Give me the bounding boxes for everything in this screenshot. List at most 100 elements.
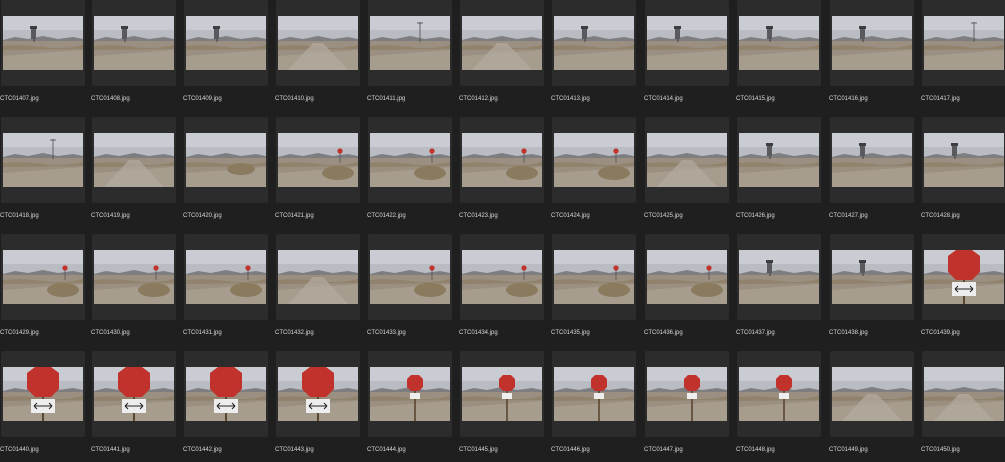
photo-thumbnail[interactable] [186, 133, 266, 187]
photo-thumbnail-cell[interactable] [737, 234, 821, 320]
photo-thumbnail[interactable] [462, 133, 542, 187]
photo-thumbnail[interactable] [924, 16, 1004, 70]
photo-thumbnail[interactable] [278, 16, 358, 70]
photo-filename: CTC01432.jpg [275, 330, 314, 336]
photo-thumbnail-cell[interactable] [368, 117, 452, 203]
photo-thumbnail-cell[interactable] [184, 351, 268, 437]
photo-thumbnail-cell[interactable] [552, 0, 636, 86]
photo-thumbnail-cell[interactable] [552, 234, 636, 320]
photo-thumbnail-cell[interactable] [552, 117, 636, 203]
photo-thumbnail[interactable] [94, 367, 174, 421]
photo-thumbnail-cell[interactable] [645, 0, 729, 86]
photo-thumbnail[interactable] [278, 367, 358, 421]
photo-thumbnail-cell[interactable] [460, 351, 544, 437]
photo-filename: CTC01420.jpg [183, 213, 222, 219]
photo-thumbnail[interactable] [924, 250, 1004, 304]
photo-thumbnail[interactable] [647, 16, 727, 70]
photo-thumbnail[interactable] [832, 133, 912, 187]
photo-filename: CTC01426.jpg [736, 213, 775, 219]
photo-thumbnail-cell[interactable] [1, 234, 85, 320]
photo-thumbnail[interactable] [94, 133, 174, 187]
photo-filename: CTC01431.jpg [183, 330, 222, 336]
photo-thumbnail[interactable] [186, 250, 266, 304]
photo-thumbnail-cell[interactable] [460, 234, 544, 320]
photo-thumbnail-cell[interactable] [184, 234, 268, 320]
photo-thumbnail-cell[interactable] [737, 351, 821, 437]
photo-thumbnail-cell[interactable] [92, 351, 176, 437]
photo-thumbnail[interactable] [278, 133, 358, 187]
photo-thumbnail[interactable] [647, 367, 727, 421]
photo-thumbnail[interactable] [924, 367, 1004, 421]
photo-thumbnail[interactable] [924, 133, 1004, 187]
photo-thumbnail-cell[interactable] [830, 0, 914, 86]
photo-filename: CTC01441.jpg [91, 447, 130, 453]
photo-thumbnail[interactable] [462, 250, 542, 304]
photo-thumbnail-cell[interactable] [1, 351, 85, 437]
photo-thumbnail-cell[interactable] [1, 117, 85, 203]
photo-filename: CTC01418.jpg [0, 213, 39, 219]
photo-thumbnail-cell[interactable] [460, 117, 544, 203]
photo-thumbnail[interactable] [462, 16, 542, 70]
photo-thumbnail[interactable] [554, 250, 634, 304]
photo-filename: CTC01433.jpg [367, 330, 406, 336]
photo-thumbnail[interactable] [370, 250, 450, 304]
photo-thumbnail[interactable] [554, 367, 634, 421]
photo-thumbnail-cell[interactable] [737, 117, 821, 203]
photo-thumbnail[interactable] [554, 16, 634, 70]
photo-thumbnail-cell[interactable] [276, 117, 360, 203]
photo-filename: CTC01424.jpg [551, 213, 590, 219]
photo-filename: CTC01439.jpg [921, 330, 960, 336]
photo-thumbnail[interactable] [370, 133, 450, 187]
photo-thumbnail[interactable] [739, 250, 819, 304]
photo-thumbnail-cell[interactable] [368, 351, 452, 437]
photo-thumbnail[interactable] [3, 133, 83, 187]
photo-thumbnail-cell[interactable] [830, 351, 914, 437]
photo-thumbnail-cell[interactable] [276, 0, 360, 86]
photo-thumbnail-cell[interactable] [645, 117, 729, 203]
photo-thumbnail[interactable] [278, 250, 358, 304]
photo-thumbnail[interactable] [739, 367, 819, 421]
photo-thumbnail[interactable] [832, 16, 912, 70]
photo-thumbnail-cell[interactable] [184, 117, 268, 203]
photo-thumbnail-cell[interactable] [276, 351, 360, 437]
photo-thumbnail[interactable] [370, 16, 450, 70]
photo-thumbnail-cell[interactable] [645, 351, 729, 437]
photo-thumbnail[interactable] [832, 250, 912, 304]
photo-thumbnail[interactable] [739, 16, 819, 70]
photo-thumbnail[interactable] [186, 16, 266, 70]
photo-thumbnail-cell[interactable] [276, 234, 360, 320]
photo-thumbnail[interactable] [3, 367, 83, 421]
photo-thumbnail-cell[interactable] [460, 0, 544, 86]
photo-thumbnail-cell[interactable] [922, 117, 1005, 203]
photo-thumbnail[interactable] [462, 367, 542, 421]
photo-thumbnail[interactable] [3, 16, 83, 70]
photo-filename: CTC01443.jpg [275, 447, 314, 453]
photo-thumbnail-cell[interactable] [368, 0, 452, 86]
photo-thumbnail-cell[interactable] [92, 117, 176, 203]
photo-thumbnail-cell[interactable] [92, 234, 176, 320]
photo-thumbnail[interactable] [647, 250, 727, 304]
photo-thumbnail[interactable] [186, 367, 266, 421]
photo-thumbnail-cell[interactable] [922, 234, 1005, 320]
photo-thumbnail[interactable] [94, 250, 174, 304]
photo-thumbnail[interactable] [3, 250, 83, 304]
photo-filename: CTC01409.jpg [183, 96, 222, 102]
photo-thumbnail-cell[interactable] [830, 234, 914, 320]
photo-thumbnail[interactable] [739, 133, 819, 187]
photo-thumbnail-cell[interactable] [92, 0, 176, 86]
photo-thumbnail[interactable] [370, 367, 450, 421]
photo-thumbnail-cell[interactable] [645, 234, 729, 320]
photo-thumbnail-cell[interactable] [922, 0, 1005, 86]
photo-filename: CTC01416.jpg [829, 96, 868, 102]
photo-thumbnail-cell[interactable] [368, 234, 452, 320]
photo-thumbnail-cell[interactable] [552, 351, 636, 437]
photo-thumbnail[interactable] [554, 133, 634, 187]
photo-thumbnail-cell[interactable] [830, 117, 914, 203]
photo-thumbnail[interactable] [647, 133, 727, 187]
photo-thumbnail[interactable] [94, 16, 174, 70]
photo-thumbnail-cell[interactable] [922, 351, 1005, 437]
photo-thumbnail-cell[interactable] [737, 0, 821, 86]
photo-thumbnail-cell[interactable] [184, 0, 268, 86]
photo-thumbnail[interactable] [832, 367, 912, 421]
photo-thumbnail-cell[interactable] [1, 0, 85, 86]
